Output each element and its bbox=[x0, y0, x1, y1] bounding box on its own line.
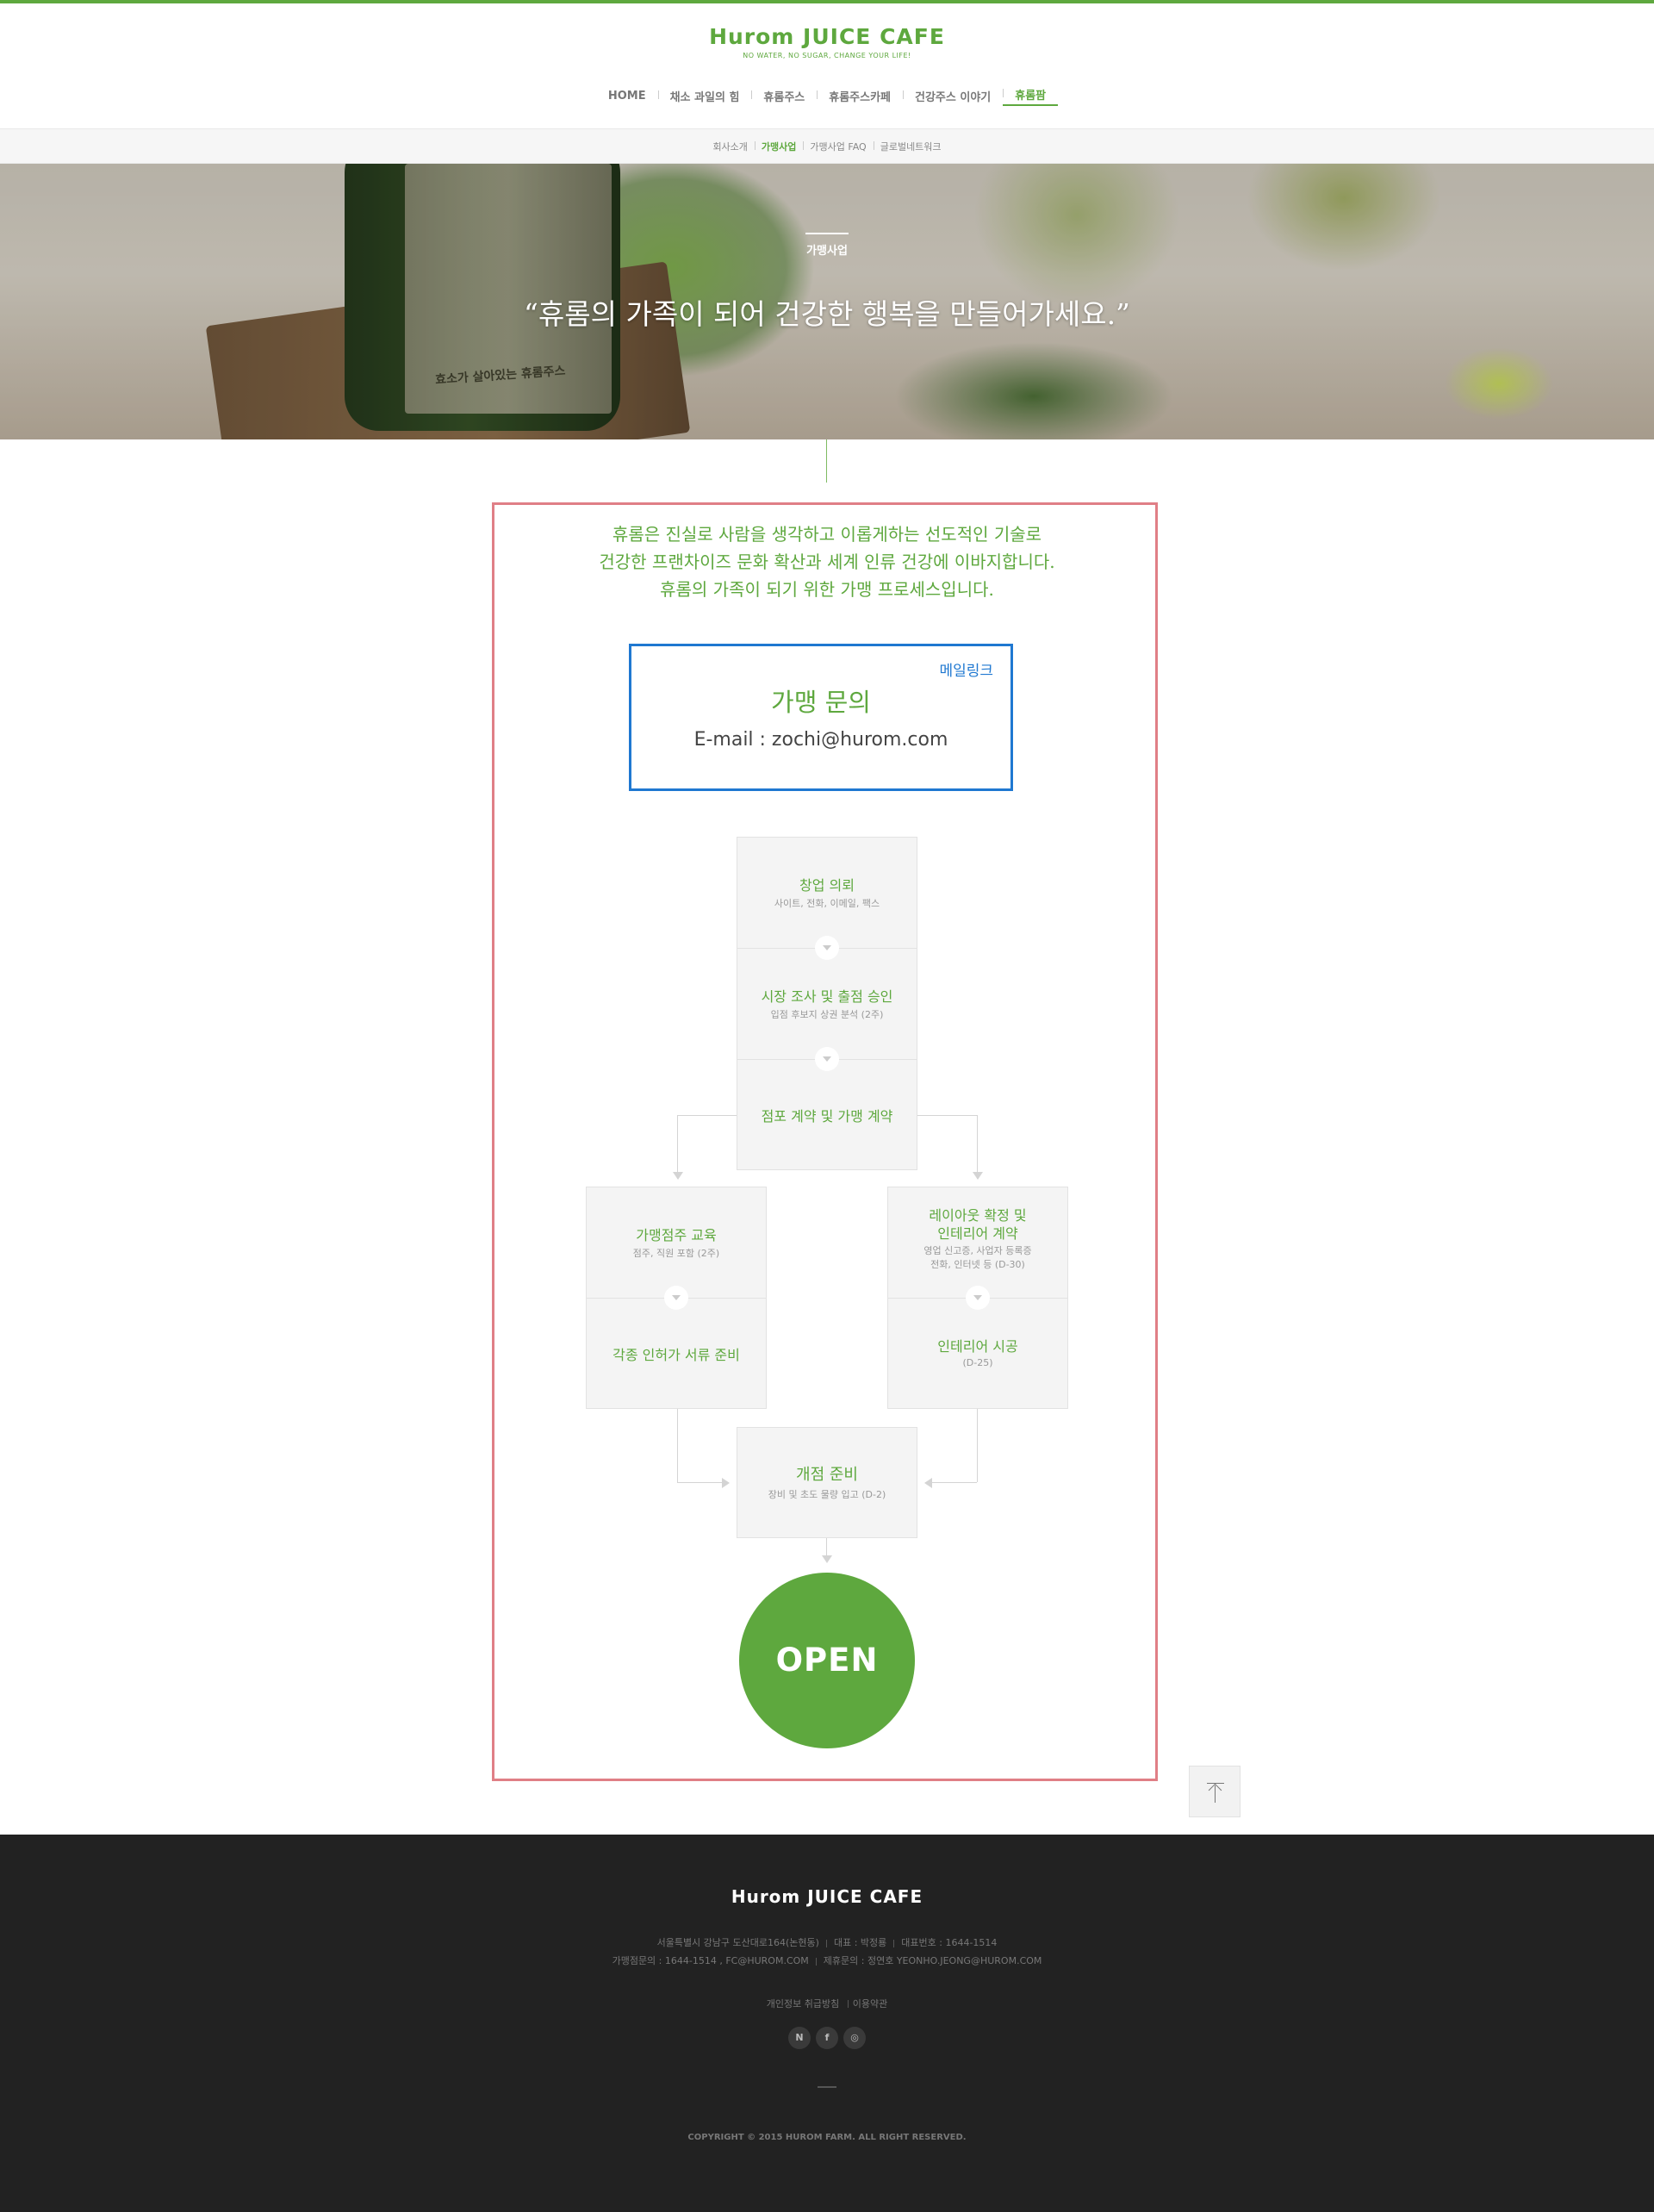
connector-line bbox=[677, 1115, 737, 1116]
step-layout-desc-1: 영업 신고증, 사업자 등록증 bbox=[923, 1245, 1032, 1256]
step-market-research-desc: 입점 후보지 상권 분석 (2주) bbox=[770, 1009, 884, 1020]
scroll-to-top-button[interactable] bbox=[1189, 1766, 1240, 1817]
step-market-research-title: 시장 조사 및 출점 승인 bbox=[761, 988, 893, 1005]
connector-line bbox=[977, 1409, 978, 1482]
footer-address: 서울특별시 강남구 도산대로164(논현동) bbox=[656, 1937, 819, 1948]
site-footer: Hurom JUICE CAFE 서울특별시 강남구 도산대로164(논현동) 대… bbox=[0, 1835, 1654, 2212]
step-market-research: 시장 조사 및 출점 승인 입점 후보지 상권 분석 (2주) bbox=[737, 985, 917, 1021]
footer-divider bbox=[818, 2086, 836, 2088]
section-connector-line bbox=[826, 439, 827, 483]
step-contract-title: 점포 계약 및 가맹 계약 bbox=[761, 1108, 893, 1125]
step-interior: 인테리어 시공 (D-25) bbox=[887, 1335, 1068, 1368]
step-permits: 각종 인허가 서류 준비 bbox=[586, 1343, 767, 1364]
step-layout-contract: 레이아웃 확정 및 인테리어 계약 영업 신고증, 사업자 등록증 전화, 인터… bbox=[887, 1206, 1068, 1272]
mail-link[interactable]: 메일링크 bbox=[939, 658, 993, 680]
footer-logo: Hurom JUICE CAFE bbox=[731, 1886, 923, 1907]
nav-hurom-farm[interactable]: 휴롬팜 bbox=[1003, 86, 1059, 106]
step-contract: 점포 계약 및 가맹 계약 bbox=[737, 1105, 917, 1125]
subnav-global-network[interactable]: 글로벌네트워크 bbox=[873, 140, 948, 153]
intro-text: 휴롬은 진실로 사람을 생각하고 이롭게하는 선도적인 기술로 건강한 프랜차이… bbox=[0, 520, 1654, 603]
nav-home[interactable]: HOME bbox=[596, 90, 658, 103]
step-permits-title: 각종 인허가 서류 준비 bbox=[612, 1347, 740, 1363]
connector-line bbox=[677, 1115, 678, 1179]
connector-line bbox=[826, 1538, 827, 1557]
chevron-down-icon bbox=[664, 1286, 688, 1310]
inquiry-email[interactable]: E-mail : zochi@hurom.com bbox=[631, 729, 1010, 751]
step-interior-title: 인테리어 시공 bbox=[937, 1338, 1018, 1355]
main-nav: HOME 채소 과일의 힘 휴롬주스 휴롬주스카페 건강주스 이야기 휴롬팜 bbox=[0, 86, 1654, 106]
intro-line-1: 휴롬은 진실로 사람을 생각하고 이롭게하는 선도적인 기술로 bbox=[612, 524, 1042, 545]
connector-line bbox=[925, 1482, 977, 1483]
facebook-icon[interactable]: f bbox=[816, 2027, 838, 2049]
step-owner-training-title: 가맹점주 교육 bbox=[636, 1227, 717, 1243]
sub-nav: 회사소개 가맹사업 가맹사업 FAQ 글로벌네트워크 bbox=[0, 129, 1654, 164]
step-open-prep: 개점 준비 장비 및 초도 물량 입고 (D-2) bbox=[737, 1462, 917, 1501]
instagram-icon[interactable]: ◎ bbox=[843, 2027, 866, 2049]
step-interior-desc: (D-25) bbox=[962, 1357, 993, 1368]
connector-line bbox=[977, 1115, 978, 1179]
connector-line bbox=[677, 1409, 678, 1482]
footer-sns: N f ◎ bbox=[0, 2027, 1654, 2049]
nav-hurom-juice[interactable]: 휴롬주스 bbox=[751, 88, 817, 104]
arrow-up-stem bbox=[1215, 1785, 1216, 1803]
privacy-policy-link[interactable]: 개인정보 취급방침 bbox=[762, 1998, 844, 2009]
hero-kicker: 가맹사업 bbox=[806, 245, 848, 258]
connector-line bbox=[677, 1482, 729, 1483]
footer-partner-contact: 제휴문의 : 정연호 YEONHO.JEONG@HUROM.COM bbox=[823, 1955, 1042, 1966]
step-layout-title-1: 레이아웃 확정 및 bbox=[929, 1207, 1027, 1224]
site-tagline: NO WATER, NO SUGAR, CHANGE YOUR LIFE! bbox=[743, 52, 911, 59]
footer-franchise-contact: 가맹점문의 : 1644-1514 , FC@HUROM.COM bbox=[612, 1955, 809, 1966]
step-request-title: 창업 의뢰 bbox=[799, 877, 855, 894]
chevron-down-icon bbox=[966, 1286, 990, 1310]
nav-power-of-fruits[interactable]: 채소 과일의 힘 bbox=[657, 88, 752, 104]
hero-banner: 효소가 살아있는 휴롬주스 가맹사업 “휴롬의 가족이 되어 건강한 행복을 만… bbox=[0, 164, 1654, 439]
footer-ceo: 대표 : 박정룡 bbox=[833, 1937, 887, 1948]
chevron-down-icon bbox=[815, 936, 839, 960]
hero-quote: “휴롬의 가족이 되어 건강한 행복을 만들어가세요.” bbox=[524, 297, 1130, 331]
open-badge: OPEN bbox=[739, 1573, 915, 1748]
step-request-desc: 사이트, 전화, 이메일, 팩스 bbox=[774, 898, 880, 909]
step-layout-desc-2: 전화, 인터넷 등 (D-30) bbox=[930, 1259, 1025, 1270]
subnav-franchise[interactable]: 가맹사업 bbox=[754, 140, 803, 153]
site-header: Hurom JUICE CAFE NO WATER, NO SUGAR, CHA… bbox=[0, 3, 1654, 129]
naver-blog-icon[interactable]: N bbox=[788, 2027, 811, 2049]
footer-links: 개인정보 취급방침 이용약관 bbox=[0, 1997, 1654, 2010]
site-logo[interactable]: Hurom JUICE CAFE bbox=[0, 24, 1654, 49]
connector-line bbox=[917, 1115, 977, 1116]
intro-line-2: 건강한 프랜차이즈 문화 확산과 세계 인류 건강에 이바지합니다. bbox=[599, 551, 1055, 572]
step-open-prep-desc: 장비 및 초도 물량 입고 (D-2) bbox=[768, 1489, 886, 1500]
arrow-down-icon bbox=[673, 1172, 683, 1180]
arrow-right-icon bbox=[722, 1478, 730, 1488]
footer-phone: 대표번호 : 1644-1514 bbox=[901, 1937, 998, 1948]
franchise-inquiry-card[interactable]: 메일링크 가맹 문의 E-mail : zochi@hurom.com bbox=[629, 644, 1013, 791]
subnav-company[interactable]: 회사소개 bbox=[706, 140, 754, 153]
step-owner-training: 가맹점주 교육 점주, 직원 포함 (2주) bbox=[586, 1224, 767, 1260]
footer-copyright: COPYRIGHT © 2015 HUROM FARM. ALL RIGHT R… bbox=[687, 2133, 967, 2142]
footer-info: 서울특별시 강남구 도산대로164(논현동) 대표 : 박정룡 대표번호 : 164… bbox=[0, 1934, 1654, 1970]
intro-line-3: 휴롬의 가족이 되기 위한 가맹 프로세스입니다. bbox=[660, 579, 994, 600]
nav-juice-story[interactable]: 건강주스 이야기 bbox=[903, 88, 1003, 104]
step-open-prep-title: 개점 준비 bbox=[796, 1466, 858, 1484]
arrow-down-icon bbox=[822, 1555, 832, 1563]
inquiry-title: 가맹 문의 bbox=[771, 688, 871, 717]
step-request: 창업 의뢰 사이트, 전화, 이메일, 팩스 bbox=[737, 874, 917, 910]
chevron-down-icon bbox=[815, 1047, 839, 1071]
step-owner-training-desc: 점주, 직원 포함 (2주) bbox=[632, 1248, 720, 1259]
step-layout-title-2: 인테리어 계약 bbox=[937, 1225, 1018, 1242]
hero-kicker-line bbox=[805, 233, 849, 234]
nav-juice-cafe[interactable]: 휴롬주스카페 bbox=[817, 88, 903, 104]
arrow-left-icon bbox=[924, 1478, 932, 1488]
terms-link[interactable]: 이용약관 bbox=[848, 1998, 892, 2009]
arrow-down-icon bbox=[973, 1172, 983, 1180]
subnav-franchise-faq[interactable]: 가맹사업 FAQ bbox=[803, 140, 873, 153]
